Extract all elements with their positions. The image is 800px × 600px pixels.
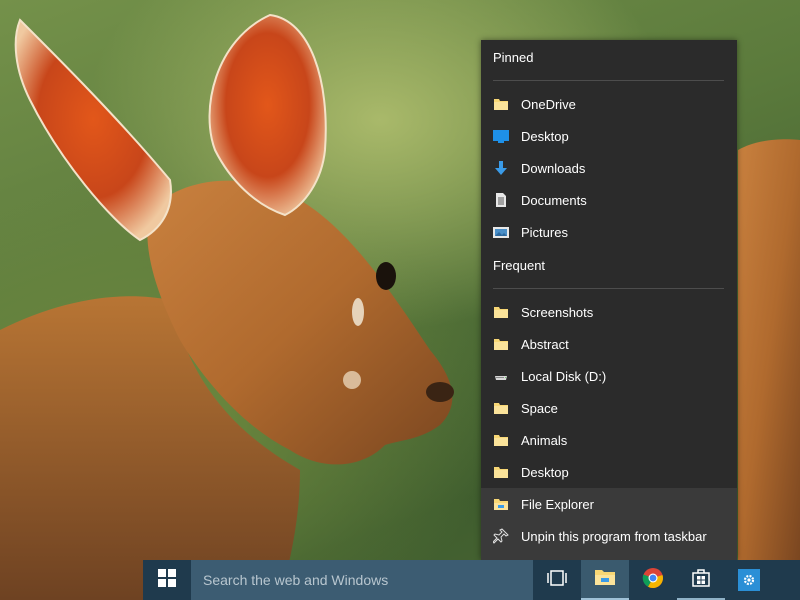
- pinned-heading: Pinned: [493, 50, 534, 65]
- file-explorer-taskbar-button[interactable]: [581, 560, 629, 600]
- item-label: Screenshots: [521, 304, 594, 320]
- file-explorer-icon: [594, 567, 616, 592]
- settings-taskbar-button[interactable]: [725, 560, 773, 600]
- frequent-item-screenshots[interactable]: Screenshots: [481, 296, 737, 328]
- pinned-item-downloads[interactable]: Downloads: [481, 152, 737, 184]
- item-label: Animals: [521, 432, 568, 448]
- pinned-item-documents[interactable]: Documents: [481, 184, 737, 216]
- folder-icon: [493, 96, 509, 112]
- file-explorer-icon: [493, 496, 509, 512]
- open-file-explorer-action[interactable]: File Explorer: [481, 488, 737, 520]
- folder-icon: [493, 432, 509, 448]
- search-placeholder: Search the web and Windows: [203, 572, 389, 588]
- search-box[interactable]: Search the web and Windows: [191, 560, 533, 600]
- pinned-item-pictures[interactable]: Pictures: [481, 216, 737, 248]
- chrome-taskbar-button[interactable]: [629, 560, 677, 600]
- frequent-heading: Frequent: [493, 258, 546, 273]
- jump-list-actions: File Explorer Unpin this program from ta…: [481, 488, 737, 560]
- folder-icon: [493, 464, 509, 480]
- task-view-icon: [547, 569, 567, 591]
- unpin-icon: [493, 528, 509, 544]
- pinned-item-desktop[interactable]: Desktop: [481, 120, 737, 152]
- jump-list-menu: Pinned OneDrive Desktop Downloads Docume…: [481, 40, 737, 560]
- item-label: Local Disk (D:): [521, 368, 607, 384]
- frequent-item-animals[interactable]: Animals: [481, 424, 737, 456]
- separator: [493, 80, 724, 81]
- item-label: Documents: [521, 192, 587, 208]
- document-icon: [493, 192, 509, 208]
- frequent-item-desktop[interactable]: Desktop: [481, 456, 737, 488]
- desktop-icon: [493, 128, 509, 144]
- item-label: Desktop: [521, 464, 569, 480]
- folder-icon: [493, 400, 509, 416]
- store-icon: [691, 567, 711, 592]
- item-label: OneDrive: [521, 96, 576, 112]
- taskbar: Search the web and Windows: [143, 560, 800, 600]
- gear-icon: [738, 569, 760, 591]
- unpin-from-taskbar-action[interactable]: Unpin this program from taskbar: [481, 520, 737, 552]
- item-label: Abstract: [521, 336, 569, 352]
- folder-icon: [493, 304, 509, 320]
- chrome-icon: [642, 567, 664, 594]
- task-view-button[interactable]: [533, 560, 581, 600]
- download-arrow-icon: [493, 160, 509, 176]
- drive-icon: [493, 368, 509, 384]
- pinned-item-onedrive[interactable]: OneDrive: [481, 88, 737, 120]
- frequent-item-local-disk[interactable]: Local Disk (D:): [481, 360, 737, 392]
- frequent-item-abstract[interactable]: Abstract: [481, 328, 737, 360]
- store-taskbar-button[interactable]: [677, 560, 725, 600]
- start-button[interactable]: [143, 560, 191, 600]
- item-label: Downloads: [521, 160, 586, 176]
- folder-icon: [493, 336, 509, 352]
- pictures-icon: [493, 224, 509, 240]
- item-label: Space: [521, 400, 558, 416]
- item-label: File Explorer: [521, 496, 594, 512]
- windows-logo-icon: [158, 568, 176, 592]
- frequent-item-space[interactable]: Space: [481, 392, 737, 424]
- item-label: Unpin this program from taskbar: [521, 528, 707, 544]
- separator: [493, 288, 724, 289]
- item-label: Desktop: [521, 128, 569, 144]
- item-label: Pictures: [521, 224, 568, 240]
